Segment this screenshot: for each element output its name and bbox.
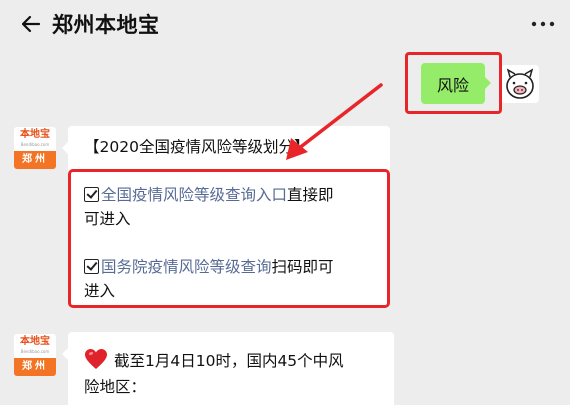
back-arrow-icon [21, 15, 41, 33]
pig-face-icon [506, 68, 534, 99]
message-line-continuation: 险地区： [84, 378, 147, 396]
more-dots-icon [531, 21, 555, 27]
logo-brand-text: 本地宝 [20, 336, 50, 347]
highlight-box-outgoing [405, 52, 502, 114]
logo-city-text: 郑州 [14, 151, 56, 169]
back-button[interactable] [16, 9, 46, 39]
logo-domain-text: Bendibao.com [20, 349, 50, 354]
more-button[interactable] [530, 12, 556, 36]
chat-header: 郑州本地宝 [0, 0, 570, 50]
highlight-box-links [68, 169, 390, 308]
logo-city-text: 郑州 [14, 358, 56, 376]
message-heading: 【2020全国疫情风险等级划分】 [84, 138, 310, 156]
logo-brand-text: 本地宝 [20, 129, 50, 140]
message-text: 截至1月4日10时，国内45个中风 [114, 352, 344, 370]
user-avatar[interactable] [501, 65, 539, 103]
chat-title: 郑州本地宝 [52, 13, 160, 37]
bot-avatar[interactable]: 本地宝 Bendibao.com 郑州 [14, 127, 56, 169]
logo-domain-text: Bendibao.com [20, 142, 50, 147]
incoming-message-bubble: 截至1月4日10时，国内45个中风 险地区： [62, 332, 394, 405]
heart-icon [85, 349, 107, 369]
message-line: 截至1月4日10时，国内45个中风 [84, 348, 344, 372]
bot-avatar[interactable]: 本地宝 Bendibao.com 郑州 [14, 334, 56, 376]
